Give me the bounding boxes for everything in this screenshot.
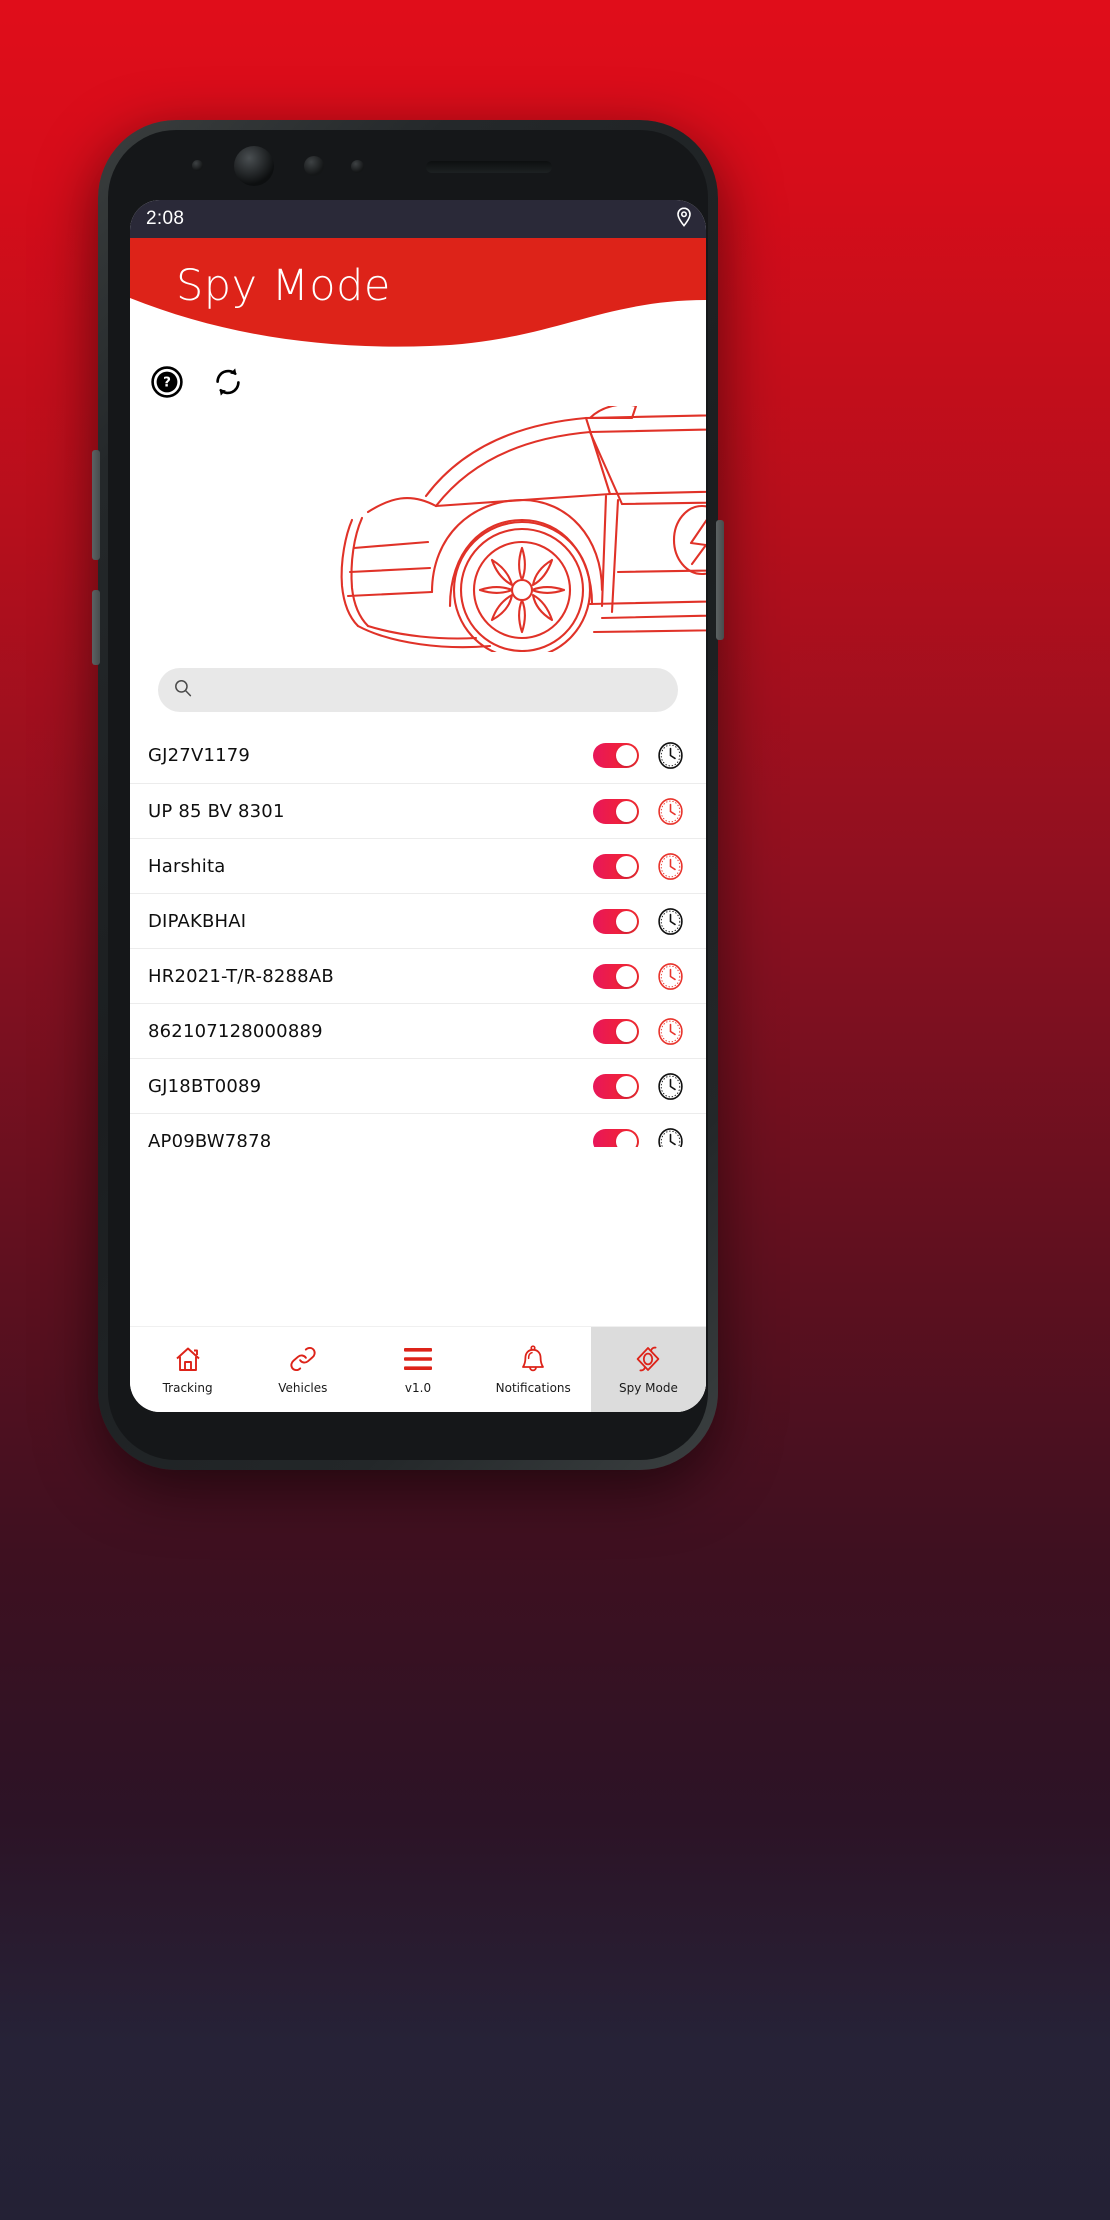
nav-item-spy-mode[interactable]: Spy Mode bbox=[590, 1327, 706, 1412]
status-bar: 2:08 bbox=[130, 200, 706, 238]
nav-item-tracking[interactable]: Tracking bbox=[130, 1327, 245, 1412]
spy-mode-toggle[interactable] bbox=[593, 743, 639, 768]
vehicle-name: DIPAKBHAI bbox=[148, 910, 247, 932]
history-clock-icon[interactable] bbox=[657, 962, 684, 991]
vehicle-row[interactable]: 862107128000889 bbox=[130, 1003, 706, 1058]
spy-mode-toggle[interactable] bbox=[593, 1128, 639, 1147]
phone-bezel: 2:08 Spy Mode ? GJ27V1179 UP 85 BV 8301 … bbox=[108, 130, 708, 1460]
toggle-knob bbox=[616, 910, 637, 932]
spy-mode-toggle[interactable] bbox=[593, 908, 639, 934]
toggle-knob bbox=[616, 1130, 637, 1147]
vehicle-row[interactable]: UP 85 BV 8301 bbox=[130, 783, 706, 838]
bell-icon bbox=[518, 1344, 548, 1374]
status-time: 2:08 bbox=[146, 208, 185, 229]
action-toolbar: ? bbox=[130, 350, 706, 406]
toggle-knob bbox=[616, 965, 637, 987]
vehicle-name: 862107128000889 bbox=[148, 1020, 323, 1042]
nav-item-notifications[interactable]: Notifications bbox=[476, 1327, 591, 1412]
nav-item-vehicles[interactable]: Vehicles bbox=[245, 1327, 360, 1412]
toggle-knob bbox=[616, 1075, 637, 1097]
home-icon bbox=[173, 1344, 203, 1374]
search-box[interactable] bbox=[158, 668, 678, 712]
vehicle-row[interactable]: Harshita bbox=[130, 838, 706, 893]
vehicle-name: HR2021-T/R-8288AB bbox=[148, 965, 334, 987]
toggle-knob bbox=[616, 800, 637, 822]
eye-icon bbox=[633, 1344, 663, 1374]
link-icon bbox=[288, 1344, 318, 1374]
vehicle-list[interactable]: GJ27V1179 UP 85 BV 8301 Harshita DIPAKBH… bbox=[130, 728, 706, 1147]
phone-screen: 2:08 Spy Mode ? GJ27V1179 UP 85 BV 8301 … bbox=[130, 200, 706, 1412]
spy-mode-toggle[interactable] bbox=[593, 963, 639, 989]
phone-device: 2:08 Spy Mode ? GJ27V1179 UP 85 BV 8301 … bbox=[92, 120, 724, 1470]
nav-item-label: v1.0 bbox=[404, 1381, 432, 1395]
vehicle-name: UP 85 BV 8301 bbox=[148, 800, 285, 822]
sensor-icon bbox=[351, 160, 364, 173]
toggle-knob bbox=[616, 855, 637, 877]
history-clock-icon[interactable] bbox=[657, 852, 684, 881]
toggle-knob bbox=[616, 1020, 637, 1042]
refresh-icon[interactable] bbox=[210, 364, 246, 400]
front-camera-icon bbox=[234, 146, 274, 186]
bottom-navigation: Tracking Vehicles v1.0 Notifications Spy… bbox=[130, 1326, 706, 1412]
spy-mode-toggle[interactable] bbox=[593, 853, 639, 879]
power-button[interactable] bbox=[716, 520, 724, 640]
history-clock-icon[interactable] bbox=[657, 741, 684, 770]
vehicle-row[interactable]: GJ27V1179 bbox=[130, 728, 706, 783]
search-container bbox=[130, 656, 706, 728]
nav-item-v1-0[interactable]: v1.0 bbox=[360, 1327, 475, 1412]
spy-mode-toggle[interactable] bbox=[593, 1018, 639, 1044]
location-pin-icon bbox=[676, 206, 692, 232]
page-title: Spy Mode bbox=[176, 261, 391, 311]
car-illustration bbox=[130, 406, 706, 656]
vehicle-row[interactable]: AP09BW7878 bbox=[130, 1113, 706, 1147]
search-input[interactable] bbox=[202, 681, 662, 699]
nav-item-label: Spy Mode bbox=[618, 1381, 678, 1395]
history-clock-icon[interactable] bbox=[657, 1017, 684, 1046]
vehicle-row[interactable]: GJ18BT0089 bbox=[130, 1058, 706, 1113]
vehicle-row[interactable]: DIPAKBHAI bbox=[130, 893, 706, 948]
earpiece-speaker bbox=[426, 161, 552, 173]
history-clock-icon[interactable] bbox=[657, 1127, 684, 1147]
help-icon[interactable]: ? bbox=[150, 365, 184, 399]
nav-item-label: Vehicles bbox=[278, 1381, 328, 1395]
spy-mode-toggle[interactable] bbox=[593, 798, 639, 824]
search-icon bbox=[174, 679, 192, 702]
history-clock-icon[interactable] bbox=[657, 797, 684, 826]
volume-down-button[interactable] bbox=[92, 590, 100, 665]
toggle-knob bbox=[616, 745, 637, 766]
vehicle-name: Harshita bbox=[148, 855, 226, 877]
nav-item-label: Notifications bbox=[495, 1381, 571, 1395]
history-clock-icon[interactable] bbox=[657, 1072, 684, 1101]
sensor-icon bbox=[192, 160, 203, 171]
car-line-art-icon bbox=[340, 406, 706, 652]
spy-mode-toggle[interactable] bbox=[593, 1073, 639, 1099]
vehicle-name: GJ18BT0089 bbox=[148, 1075, 262, 1097]
volume-up-button[interactable] bbox=[92, 450, 100, 560]
app-header: Spy Mode bbox=[130, 238, 706, 350]
history-clock-icon[interactable] bbox=[657, 907, 684, 936]
vehicle-name: AP09BW7878 bbox=[148, 1130, 272, 1148]
vehicle-row[interactable]: HR2021-T/R-8288AB bbox=[130, 948, 706, 1003]
hamburger-menu-icon bbox=[402, 1344, 434, 1374]
sensor-icon bbox=[304, 156, 324, 176]
nav-item-label: Tracking bbox=[162, 1381, 213, 1395]
svg-text:?: ? bbox=[163, 375, 171, 391]
status-bar-icons bbox=[676, 206, 692, 232]
vehicle-name: GJ27V1179 bbox=[148, 745, 251, 766]
